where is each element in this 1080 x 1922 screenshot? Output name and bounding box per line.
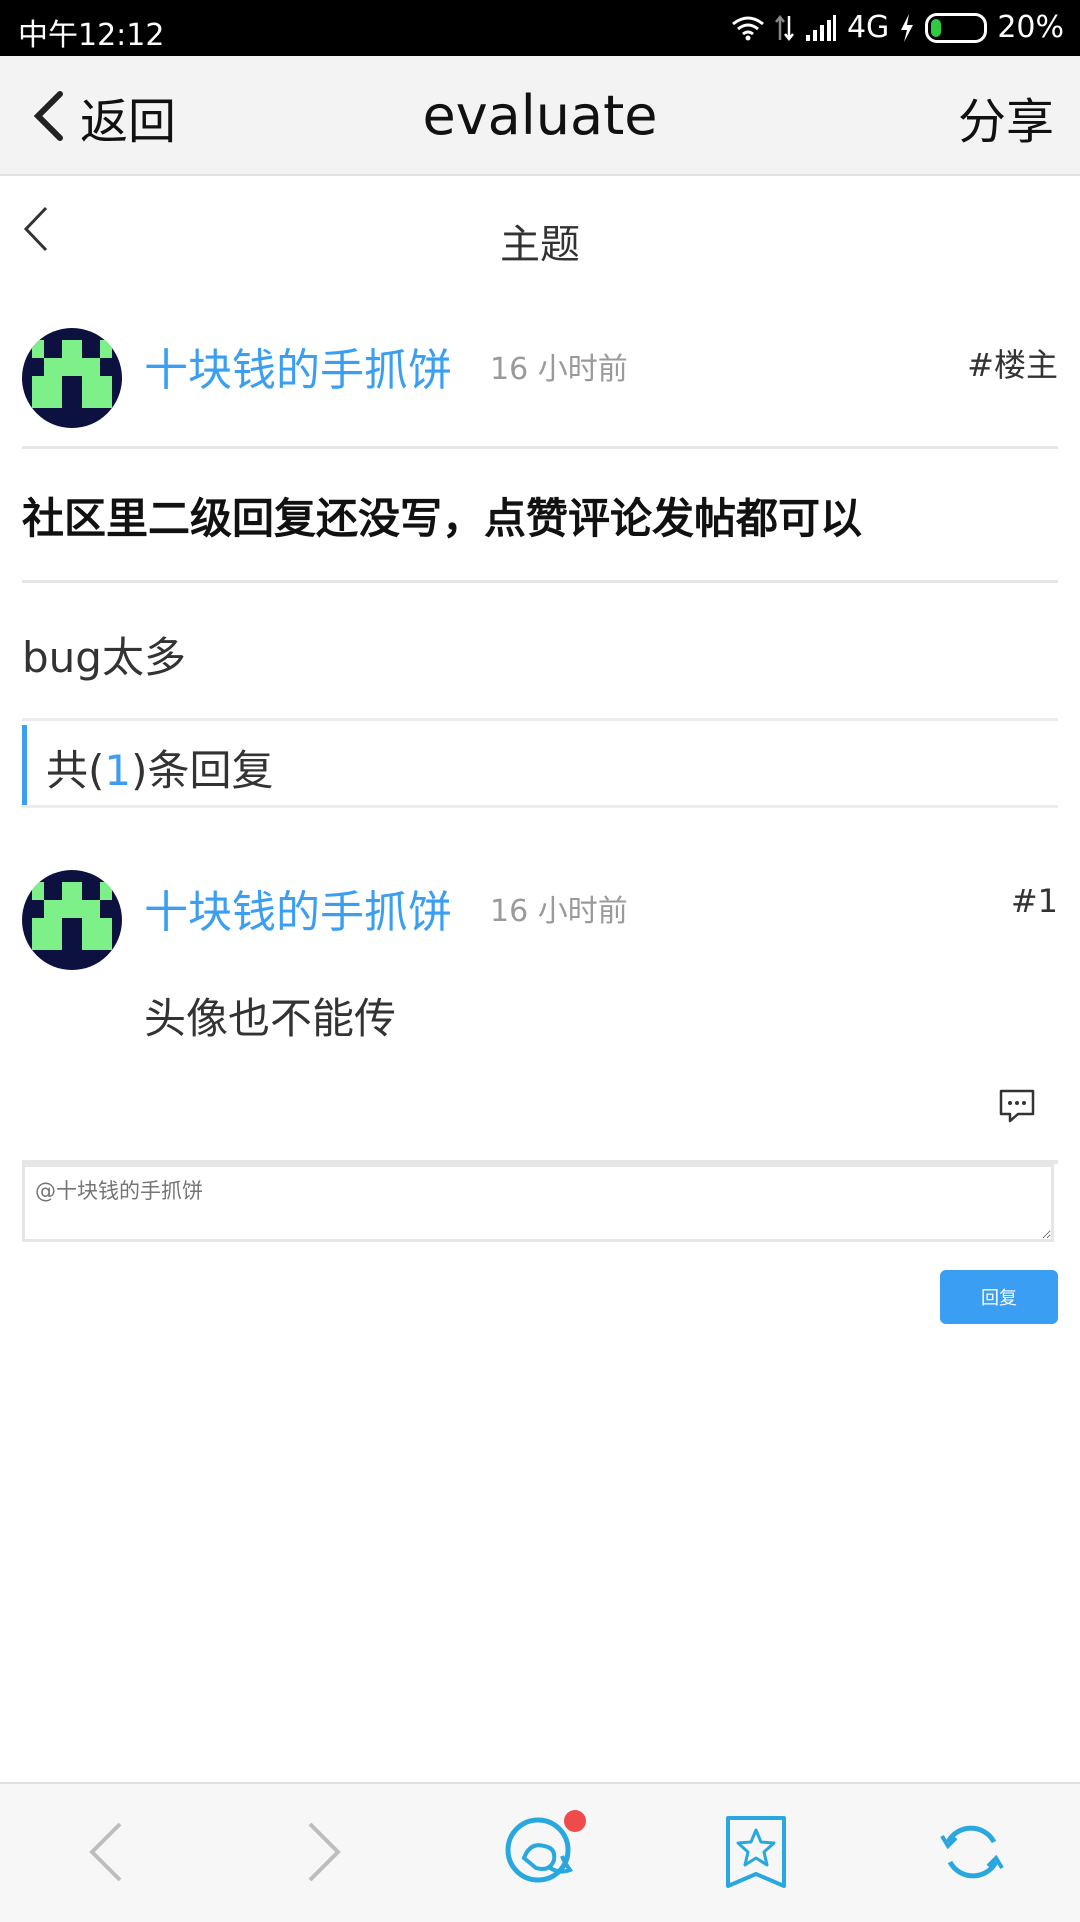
page-title: evaluate: [422, 84, 658, 147]
status-time: 中午12:12: [18, 18, 165, 53]
post-author[interactable]: 十块钱的手抓饼: [144, 334, 452, 398]
reply-button[interactable]: 回复: [940, 1270, 1058, 1324]
notification-badge: [564, 1810, 586, 1832]
status-bar: 中午12:12 4G 20%: [0, 0, 1080, 56]
comment-floor: #1: [1010, 882, 1058, 920]
avatar[interactable]: [22, 328, 122, 428]
accent-bar: [22, 725, 27, 805]
comment-author[interactable]: 十块钱的手抓饼: [144, 876, 452, 940]
network-type: 4G: [846, 10, 890, 45]
bottom-toolbar: [0, 1782, 1080, 1922]
divider: [22, 580, 1058, 583]
wifi-icon: [732, 16, 764, 40]
comment-time: 16 小时前: [490, 894, 628, 929]
share-button[interactable]: 分享: [958, 82, 1054, 152]
divider: [22, 446, 1058, 449]
refresh-icon[interactable]: [932, 1812, 1012, 1892]
post-title: 社区里二级回复还没写，点赞评论发帖都可以: [22, 494, 863, 543]
avatar[interactable]: [22, 870, 122, 970]
reply-count-bar: 共(1)条回复: [22, 718, 1058, 808]
data-arrows-icon: [774, 14, 794, 41]
status-icons: 4G 20%: [731, 10, 1064, 45]
post-floor: #楼主: [967, 346, 1058, 384]
reply-comment-icon[interactable]: [998, 1088, 1036, 1124]
reply-count-text: 共(1)条回复: [46, 746, 274, 795]
reply-count-number: 1: [104, 746, 132, 795]
comment-text: 头像也不能传: [144, 994, 397, 1043]
back-icon[interactable]: [68, 1812, 148, 1892]
signal-icon: [805, 14, 836, 41]
topic-title: 主题: [500, 222, 580, 268]
forward-icon[interactable]: [282, 1812, 362, 1892]
comment-header: 十块钱的手抓饼 16 小时前 #1: [0, 860, 1080, 970]
post-header: 十块钱的手抓饼 16 小时前 #楼主: [0, 318, 1080, 428]
topic-header: 主题: [0, 176, 1080, 286]
charging-icon: [901, 13, 914, 42]
battery-percent: 20%: [997, 10, 1064, 45]
app-bar: 返回 evaluate 分享: [0, 56, 1080, 176]
reply-input[interactable]: [22, 1164, 1054, 1242]
post-time: 16 小时前: [490, 352, 628, 387]
post-body: bug太多: [22, 633, 186, 682]
bookmark-star-icon[interactable]: [716, 1812, 796, 1892]
battery-icon: [925, 12, 988, 43]
